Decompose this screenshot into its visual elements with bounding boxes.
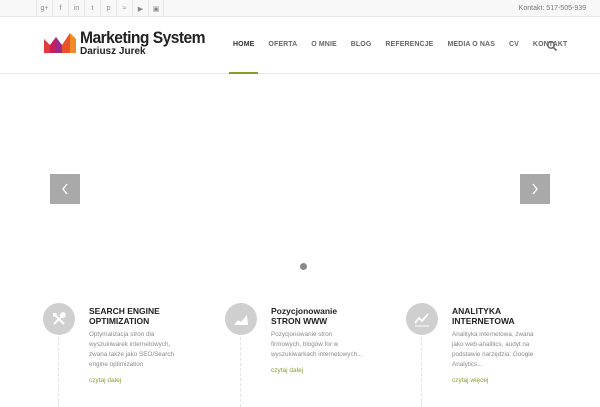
service-divider xyxy=(421,337,422,407)
nav-home[interactable]: HOME xyxy=(226,18,261,74)
linkedin-icon[interactable]: in xyxy=(68,0,84,17)
nav-blog[interactable]: BLOG xyxy=(344,18,379,74)
nav-o-mnie[interactable]: O MNIE xyxy=(304,18,344,74)
logo-mark-icon xyxy=(44,33,76,53)
chevron-left-icon xyxy=(62,183,68,195)
service-analityka: ANALITYKA INTERNETOWA Analityka internet… xyxy=(406,303,576,407)
site-logo[interactable]: Marketing System Dariusz Jurek xyxy=(44,27,219,61)
social-links: g+ f in t p ≈ ▶ ▣ xyxy=(36,0,164,17)
service-divider xyxy=(58,337,59,407)
service-title: SEARCH ENGINE OPTIMIZATION xyxy=(89,306,160,326)
trend-icon xyxy=(406,303,438,335)
chart-icon xyxy=(225,303,257,335)
instagram-icon[interactable]: ▣ xyxy=(148,0,164,17)
pinterest-icon[interactable]: p xyxy=(100,0,116,17)
facebook-icon[interactable]: f xyxy=(52,0,68,17)
google-plus-icon[interactable]: g+ xyxy=(36,0,52,17)
service-description: Optymalizacja stron dla wyszukiwarek int… xyxy=(89,331,175,368)
service-seo: SEARCH ENGINE OPTIMIZATION Optymalizacja… xyxy=(43,303,213,407)
slider-next-button[interactable] xyxy=(520,174,550,204)
nav-referencje[interactable]: REFERENCJE xyxy=(378,18,440,74)
chevron-right-icon xyxy=(532,183,538,195)
service-title: Pozycjonowanie STRON WWW xyxy=(271,306,338,326)
service-description: Pozycjonowanie stron firmowych, blogów f… xyxy=(271,331,363,358)
service-description: Analityka internetowa, zwana jako web-an… xyxy=(452,331,534,368)
slider-dot[interactable] xyxy=(300,263,307,270)
logo-title: Marketing System xyxy=(80,28,206,47)
search-icon[interactable] xyxy=(546,40,558,52)
logo-subtitle: Dariusz Jurek xyxy=(80,46,146,57)
hero-slider xyxy=(0,75,600,285)
nav-cv[interactable]: CV xyxy=(502,18,526,74)
slider-prev-button[interactable] xyxy=(50,174,80,204)
top-bar: g+ f in t p ≈ ▶ ▣ Kontakt: 517-505-939 xyxy=(0,0,600,17)
site-header: Marketing System Dariusz Jurek HOME OFER… xyxy=(0,18,600,74)
nav-oferta[interactable]: OFERTA xyxy=(261,18,304,74)
main-nav: HOME OFERTA O MNIE BLOG REFERENCJE MEDIA… xyxy=(226,18,574,74)
rss-icon[interactable]: ≈ xyxy=(116,0,132,17)
contact-phone[interactable]: Kontakt: 517-505-939 xyxy=(519,0,586,17)
read-more-link[interactable]: czytaj dalej xyxy=(89,377,121,384)
twitter-icon[interactable]: t xyxy=(84,0,100,17)
nav-media-o-nas[interactable]: MEDIA O NAS xyxy=(440,18,502,74)
service-pozycjonowanie: Pozycjonowanie STRON WWW Pozycjonowanie … xyxy=(225,303,395,407)
youtube-icon[interactable]: ▶ xyxy=(132,0,148,17)
tools-icon xyxy=(43,303,75,335)
read-more-link[interactable]: czytaj więcej xyxy=(452,377,488,384)
read-more-link[interactable]: czytaj dalej xyxy=(271,367,303,374)
service-title: ANALITYKA INTERNETOWA xyxy=(452,306,515,326)
service-divider xyxy=(240,337,241,407)
